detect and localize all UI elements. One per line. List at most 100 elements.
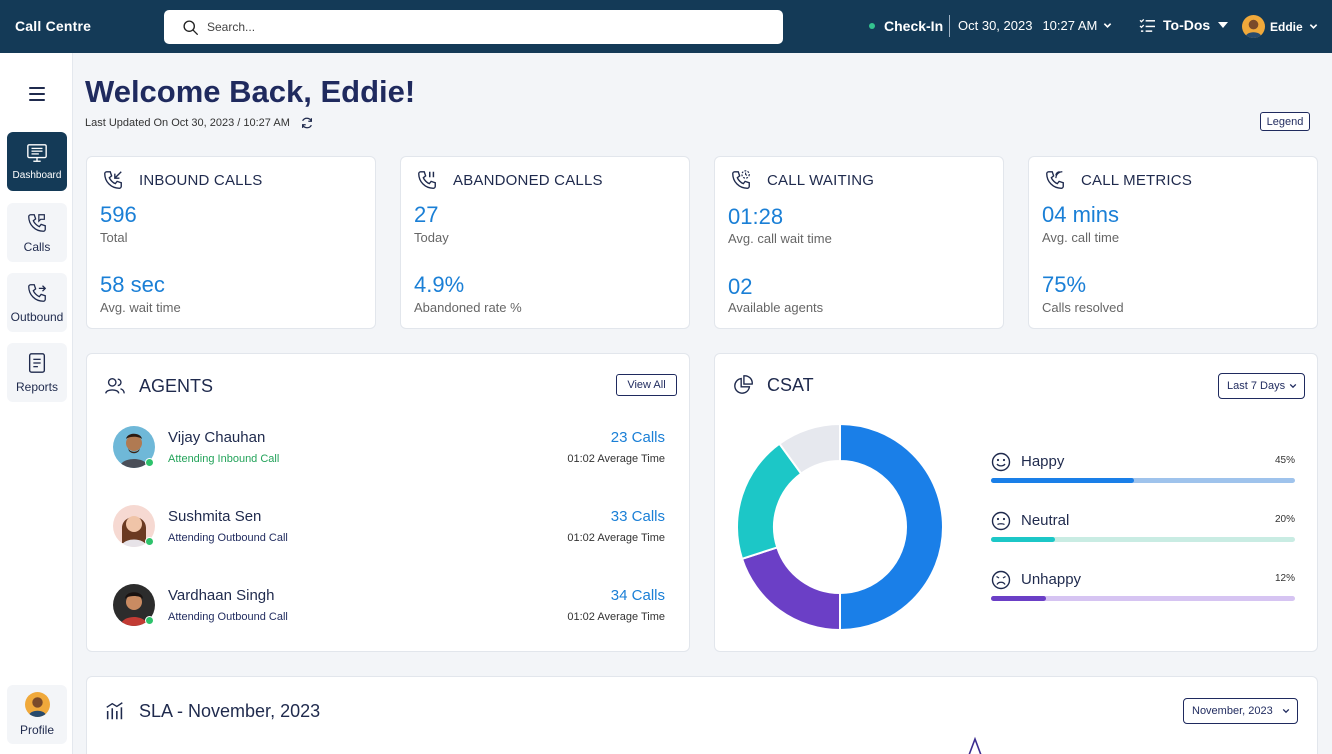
bar-chart-icon — [106, 702, 123, 720]
user-menu[interactable]: Eddie — [1242, 15, 1318, 38]
incoming-call-icon — [104, 171, 122, 189]
sidebar-item-label: Calls — [23, 239, 51, 254]
sidebar-item-label: Dashboard — [12, 170, 62, 181]
call-waiting-icon — [732, 170, 750, 189]
mood-label: Neutral — [1021, 512, 1070, 529]
todos-label: To-Dos — [1163, 17, 1211, 33]
search-box[interactable] — [164, 10, 783, 44]
profile-label: Profile — [19, 723, 54, 737]
agent-average-time: 01:02 Average Time — [567, 611, 665, 623]
sidebar-item-dashboard[interactable]: Dashboard — [7, 132, 67, 191]
mood-label: Happy — [1021, 453, 1065, 470]
happy-face-icon — [991, 452, 1011, 472]
outbound-icon — [28, 283, 47, 302]
todo-list-icon — [1139, 18, 1155, 32]
stat-label: Today — [414, 230, 449, 245]
sidebar-item-calls[interactable]: Calls — [7, 203, 67, 262]
sidebar-item-profile[interactable]: Profile — [7, 685, 67, 744]
stat-card-abandoned: ABANDONED CALLS 27 Today 4.9% Abandoned … — [400, 156, 690, 329]
chevron-down-icon — [1282, 708, 1290, 714]
agent-average-time: 01:02 Average Time — [567, 532, 665, 544]
reports-icon — [28, 352, 46, 373]
sla-panel: SLA - November, 2023 November, 2023 — [86, 676, 1318, 754]
stat-value: 596 — [100, 202, 137, 227]
sla-chart-line — [968, 736, 982, 754]
time-label: 10:27 AM — [1042, 18, 1098, 33]
online-indicator — [145, 458, 154, 467]
refresh-icon[interactable] — [300, 116, 314, 130]
last-updated: Last Updated On Oct 30, 2023 / 10:27 AM — [85, 116, 314, 130]
stat-label: Calls resolved — [1042, 300, 1124, 315]
stat-label: Avg. wait time — [100, 300, 181, 315]
agent-name: Vardhaan Singh — [168, 587, 275, 604]
agents-panel: AGENTS View All Vijay Chauhan Attending … — [86, 353, 690, 652]
agent-calls: 33 Calls — [610, 508, 665, 525]
mood-bar — [991, 596, 1046, 601]
mood-track — [991, 478, 1295, 483]
stat-value: 58 sec — [100, 272, 165, 297]
sidebar-item-outbound[interactable]: Outbound — [7, 273, 67, 332]
agent-average-time: 01:02 Average Time — [567, 453, 665, 465]
online-indicator — [145, 537, 154, 546]
last-updated-text: Last Updated On Oct 30, 2023 / 10:27 AM — [85, 117, 290, 129]
stat-card-inbound: INBOUND CALLS 596 Total 58 sec Avg. wait… — [86, 156, 376, 329]
view-all-button[interactable]: View All — [616, 374, 677, 396]
stat-value: 04 mins — [1042, 202, 1120, 227]
mood-track — [991, 537, 1295, 542]
month-select[interactable]: November, 2023 — [1183, 698, 1298, 724]
sidebar-item-label: Reports — [15, 379, 59, 394]
chevron-down-icon — [1289, 383, 1297, 389]
agent-name: Sushmita Sen — [168, 508, 262, 525]
stat-title: INBOUND CALLS — [139, 172, 263, 189]
stat-value: 75% — [1042, 272, 1087, 297]
avatar — [1242, 15, 1265, 38]
divider — [949, 15, 950, 37]
check-in-button[interactable]: Check-In — [869, 18, 943, 34]
app-title: Call Centre — [15, 18, 92, 34]
donut-slice-purple — [740, 546, 841, 632]
date-range-value: Last 7 Days — [1227, 380, 1286, 392]
calls-icon — [28, 213, 46, 232]
mood-track — [991, 596, 1295, 601]
stat-label: Available agents — [728, 300, 824, 315]
stat-value: 02 — [728, 274, 753, 299]
check-in-label: Check-In — [884, 18, 944, 34]
stat-card-waiting: CALL WAITING 01:28 Avg. call wait time 0… — [714, 156, 1004, 329]
stat-title: CALL METRICS — [1081, 172, 1193, 189]
stat-card-metrics: CALL METRICS 04 mins Avg. call time 75% … — [1028, 156, 1318, 329]
date-range-select[interactable]: Last 7 Days — [1218, 373, 1305, 399]
neutral-face-icon — [991, 511, 1011, 531]
list-item[interactable]: Sushmita Sen Attending Outbound Call 33 … — [113, 503, 665, 549]
agent-calls: 23 Calls — [610, 429, 665, 446]
list-item[interactable]: Vardhaan Singh Attending Outbound Call 3… — [113, 582, 665, 628]
datetime-selector[interactable]: Oct 30, 2023 10:27 AM — [958, 18, 1112, 33]
date-label: Oct 30, 2023 — [958, 18, 1033, 33]
stat-label: Avg. call time — [1042, 230, 1120, 245]
sidebar-item-label: Outbound — [10, 309, 64, 324]
todos-menu[interactable]: To-Dos — [1139, 17, 1229, 33]
agents-icon — [105, 377, 125, 394]
agent-calls: 34 Calls — [610, 587, 665, 604]
donut-slice-blue — [839, 422, 944, 632]
chevron-down-icon — [1309, 24, 1317, 29]
legend-button[interactable]: Legend — [1260, 112, 1310, 131]
list-item[interactable]: Vijay Chauhan Attending Inbound Call 23 … — [113, 424, 665, 470]
sidebar-item-reports[interactable]: Reports — [7, 343, 67, 402]
search-icon — [183, 19, 198, 35]
stat-title: CALL WAITING — [767, 172, 875, 189]
dashboard-icon — [27, 144, 47, 162]
sidebar: Dashboard Calls Outbound Reports Profile — [0, 53, 73, 754]
stat-label: Total — [100, 230, 128, 245]
csat-donut-chart — [736, 422, 944, 632]
user-name: Eddie — [1270, 19, 1303, 34]
mood-percent: 12% — [1274, 573, 1295, 584]
online-indicator — [145, 616, 154, 625]
agent-status: Attending Outbound Call — [168, 532, 288, 544]
menu-icon[interactable] — [29, 87, 45, 101]
search-input[interactable] — [207, 20, 767, 34]
section-title: SLA - November, 2023 — [139, 701, 321, 721]
top-bar: Call Centre Check-In Oct 30, 2023 10:27 … — [0, 0, 1332, 53]
chevron-down-icon — [1104, 23, 1112, 28]
online-status-dot — [869, 23, 875, 29]
agent-status: Attending Inbound Call — [168, 453, 280, 465]
